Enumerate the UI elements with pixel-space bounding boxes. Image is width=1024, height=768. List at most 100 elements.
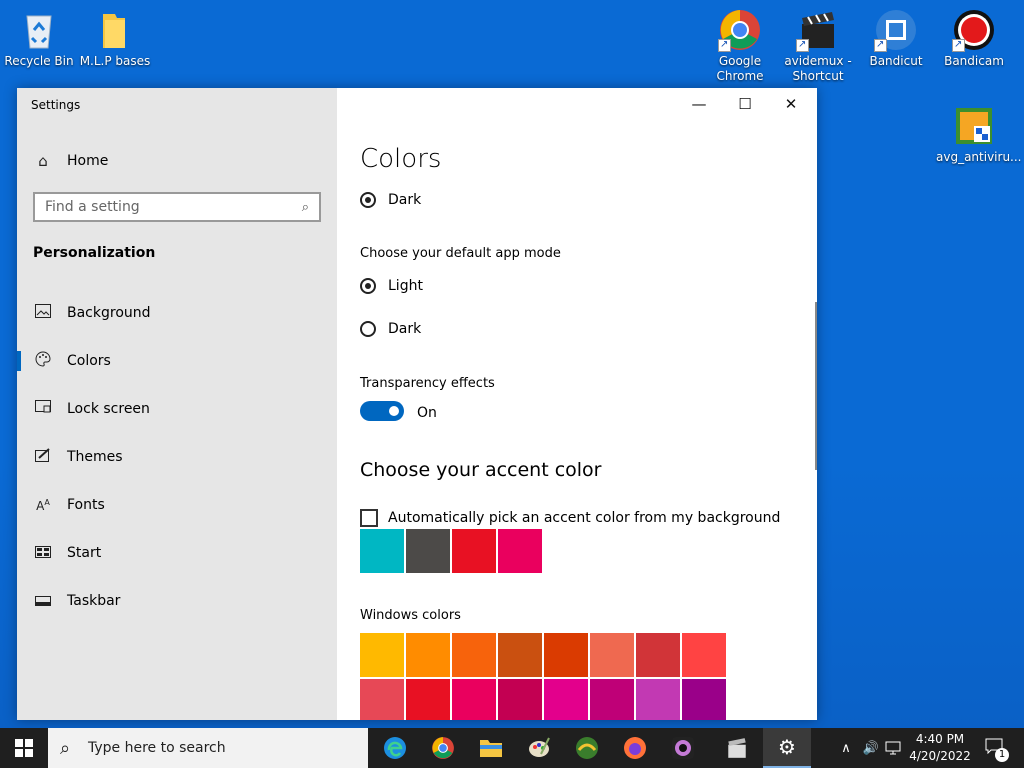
sidebar-item-label: Start — [67, 545, 102, 561]
sidebar-item-themes[interactable]: Themes — [17, 439, 337, 475]
windows-color-swatch[interactable] — [498, 679, 542, 720]
accent-color-heading: Choose your accent color — [360, 459, 602, 481]
sidebar-item-label: Lock screen — [67, 401, 150, 417]
accent-swatch[interactable] — [360, 529, 404, 573]
sidebar-item-label: Colors — [67, 353, 111, 369]
taskbar-settings[interactable]: ⚙ — [763, 728, 811, 768]
windows-color-swatch[interactable] — [360, 679, 404, 720]
sidebar-item-taskbar[interactable]: Taskbar — [17, 583, 337, 619]
camera-lens-icon — [672, 737, 694, 759]
minimize-button[interactable]: — — [676, 88, 722, 120]
taskbar-camera-app[interactable] — [659, 728, 707, 768]
chrome-icon — [432, 737, 454, 759]
app-mode-dark-radio[interactable]: Dark — [360, 321, 421, 337]
system-clock[interactable]: 4:40 PM 4/20/2022 — [904, 731, 976, 765]
windows-color-swatch[interactable] — [682, 679, 726, 720]
windows-color-swatch[interactable] — [452, 633, 496, 677]
radio-dot — [360, 278, 376, 294]
windows-color-swatch[interactable] — [498, 633, 542, 677]
auto-accent-checkbox[interactable]: Automatically pick an accent color from … — [360, 509, 780, 527]
radio-label: Dark — [388, 192, 422, 208]
taskbar: ⌕ Type here to search ⚙ ∧ 🔊 4:40 PM 4/20… — [0, 728, 1024, 768]
windows-color-swatch[interactable] — [682, 633, 726, 677]
windows-colors-heading: Windows colors — [360, 608, 461, 623]
shortcut-arrow-icon — [718, 37, 731, 52]
accent-swatch[interactable] — [406, 529, 450, 573]
windows-color-swatch[interactable] — [636, 679, 680, 720]
brush-icon — [33, 448, 53, 466]
windows-color-swatch[interactable] — [544, 633, 588, 677]
avg-icon — [952, 104, 996, 148]
search-placeholder: Type here to search — [88, 740, 226, 756]
shortcut-arrow-icon — [952, 37, 965, 52]
windows-color-swatch[interactable] — [360, 633, 404, 677]
search-icon: ⌕ — [60, 737, 71, 759]
sidebar-item-lock-screen[interactable]: Lock screen — [17, 391, 337, 427]
folder-icon — [480, 740, 502, 757]
desktop-icon-label: M.L.P bases — [79, 54, 151, 68]
volume-icon[interactable]: 🔊 — [860, 728, 882, 768]
accent-swatch[interactable] — [498, 529, 542, 573]
start-button[interactable] — [0, 728, 48, 768]
lock-screen-icon — [33, 400, 53, 418]
taskbar-file-explorer[interactable] — [467, 728, 515, 768]
home-icon: ⌂ — [38, 152, 48, 170]
desktop-icon-label: Bandicam — [944, 54, 1004, 68]
sidebar-item-background[interactable]: Background — [17, 295, 337, 331]
desktop-icon-bandicut[interactable]: Bandicut — [858, 8, 934, 69]
sidebar-item-fonts[interactable]: AA Fonts — [17, 487, 337, 523]
desktop-icon-label: avg_antiviru... — [936, 150, 1022, 164]
bandicam-icon — [952, 8, 996, 52]
sidebar-item-start[interactable]: Start — [17, 535, 337, 571]
sidebar-item-label: Taskbar — [67, 593, 121, 609]
desktop-icon-avidemux[interactable]: avidemux - Shortcut — [780, 8, 856, 84]
edge-icon — [384, 737, 406, 759]
sidebar-item-label: Home — [67, 153, 109, 169]
taskbar-search-box[interactable]: ⌕ Type here to search — [48, 728, 368, 768]
windows-color-swatch[interactable] — [590, 679, 634, 720]
accent-swatch[interactable] — [452, 529, 496, 573]
app-mode-light-radio[interactable]: Light — [360, 278, 423, 294]
section-heading: Personalization — [33, 245, 156, 261]
windows-color-swatch[interactable] — [452, 679, 496, 720]
desktop-icon-bandicam[interactable]: Bandicam — [936, 8, 1012, 69]
windows-color-swatch[interactable] — [406, 679, 450, 720]
windows-color-swatch[interactable] — [590, 633, 634, 677]
desktop-icon-label: avidemux - Shortcut — [784, 54, 852, 83]
taskbar-chrome[interactable] — [419, 728, 467, 768]
tray-chevron[interactable]: ∧ — [836, 728, 856, 768]
folder-icon — [93, 8, 137, 52]
toggle-state-label: On — [417, 405, 437, 421]
sidebar-item-colors[interactable]: Colors — [17, 343, 337, 379]
settings-sidebar: Settings ⌂ Home Find a setting ⌕ Persona… — [17, 88, 337, 720]
taskbar-app-green[interactable] — [563, 728, 611, 768]
chrome-icon — [718, 8, 762, 52]
recycle-bin-icon — [17, 8, 61, 52]
desktop-icon-label: Recycle Bin — [4, 54, 74, 68]
palette-icon — [33, 351, 53, 371]
windows-color-swatch[interactable] — [636, 633, 680, 677]
find-setting-search[interactable]: Find a setting ⌕ — [33, 192, 321, 222]
windows-color-swatch[interactable] — [406, 633, 450, 677]
maximize-button[interactable]: ☐ — [722, 88, 768, 120]
taskbar-avidemux[interactable] — [713, 728, 761, 768]
taskbar-edge[interactable] — [371, 728, 419, 768]
desktop-icon-avg-antivirus[interactable]: avg_antiviru... — [936, 104, 1022, 165]
settings-window: Settings ⌂ Home Find a setting ⌕ Persona… — [17, 88, 817, 720]
shortcut-arrow-icon — [874, 37, 887, 52]
taskbar-paint[interactable] — [515, 728, 563, 768]
close-button[interactable]: ✕ — [768, 88, 814, 120]
desktop-icon-recycle-bin[interactable]: Recycle Bin — [1, 8, 77, 69]
scrollbar[interactable] — [815, 302, 817, 470]
windows-color-swatch[interactable] — [544, 679, 588, 720]
windows-mode-dark-radio[interactable]: Dark — [360, 192, 421, 208]
desktop-icon-google-chrome[interactable]: Google Chrome — [702, 8, 778, 84]
network-icon[interactable] — [884, 728, 902, 768]
sidebar-item-home[interactable]: ⌂ Home — [17, 143, 337, 179]
taskbar-firefox[interactable] — [611, 728, 659, 768]
transparency-toggle[interactable] — [360, 401, 404, 421]
desktop-icon-mlp-bases[interactable]: M.L.P bases — [77, 8, 153, 69]
desktop-icon-label: Bandicut — [869, 54, 923, 68]
start-icon — [33, 544, 53, 562]
action-center-button[interactable]: 1 — [980, 728, 1009, 768]
